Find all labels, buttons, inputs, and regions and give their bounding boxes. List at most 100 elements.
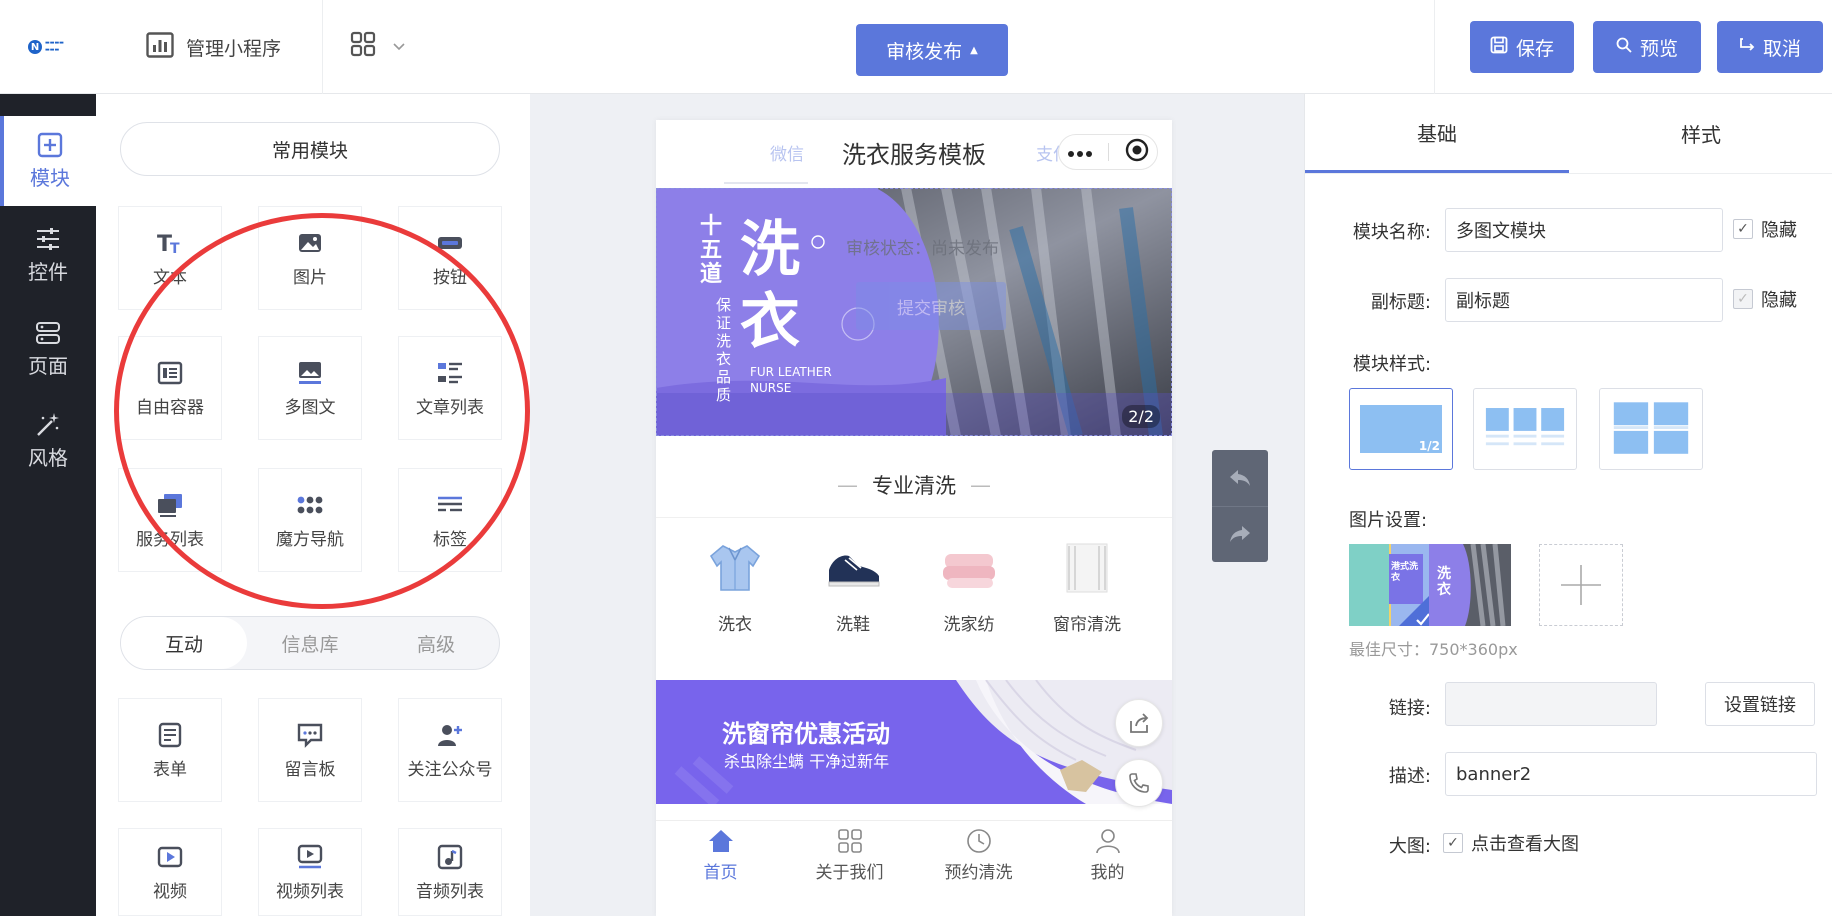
divider <box>1434 0 1435 94</box>
subtitle-label: 副标题: <box>1370 292 1431 313</box>
preview-button[interactable]: 预览 <box>1593 21 1701 73</box>
cancel-button[interactable]: 取消 <box>1717 21 1823 73</box>
module-video[interactable]: 视频 <box>118 828 222 916</box>
phone-icon <box>1129 773 1149 793</box>
follow-user-icon <box>438 724 462 746</box>
tab-label: 预约清洗 <box>944 863 1013 883</box>
manage-miniprogram-link[interactable]: 管理小程序 <box>146 32 281 63</box>
property-panel: 基础 样式 模块名称: 多图文模块 ✓ 隐藏 副标题: 副标题 ✓ 隐藏 模块样式:… <box>1304 94 1832 916</box>
tab-label: 我的 <box>1090 863 1125 883</box>
tab-booking[interactable]: 预约清洗 <box>914 821 1043 890</box>
module-name-input[interactable]: 多图文模块 <box>1445 208 1723 252</box>
click-view-big-image-checkbox[interactable]: ✓ 点击查看大图 <box>1443 830 1579 856</box>
nav-label: 模块 <box>30 165 70 190</box>
tab-underline <box>724 182 808 184</box>
add-image-button[interactable] <box>1539 544 1623 626</box>
tab-basic[interactable]: 基础 <box>1305 94 1569 173</box>
image-thumb-2[interactable]: 洗衣 <box>1429 544 1511 626</box>
service-item-home-textile[interactable]: 洗家纺 <box>914 540 1024 635</box>
undo-button[interactable] <box>1212 450 1268 507</box>
common-modules-header[interactable]: 常用模块 <box>120 122 500 176</box>
app-switcher[interactable] <box>350 31 406 61</box>
hide-subtitle-checkbox[interactable]: ✓ 隐藏 <box>1733 286 1797 312</box>
module-multi-image[interactable]: 多图文 <box>258 336 362 440</box>
phone-header: 微信 洗衣服务模板 支付宝 <box>656 120 1172 184</box>
image-thumb-1[interactable]: 港式洗衣 <box>1349 544 1431 626</box>
redo-icon <box>1230 526 1250 543</box>
service-item-curtain[interactable]: 窗帘清洗 <box>1032 540 1142 635</box>
promo-banner[interactable]: 洗窗帘优惠活动 杀虫除尘螨 干净过新年 <box>656 680 1172 804</box>
nav-item-pages[interactable]: 页面 <box>0 304 96 394</box>
hide-module-name-checkbox[interactable]: ✓ 隐藏 <box>1733 216 1797 242</box>
close-circle-icon <box>1125 138 1149 166</box>
tab-interactive[interactable]: 互动 <box>121 617 247 669</box>
container-icon <box>157 361 183 384</box>
style-option-grid[interactable] <box>1599 388 1703 470</box>
share-float-button[interactable] <box>1115 699 1163 747</box>
style-option-three-columns[interactable] <box>1473 388 1577 470</box>
tab-mine[interactable]: 我的 <box>1043 821 1172 890</box>
nav-item-controls[interactable]: 控件 <box>0 210 96 300</box>
nav-label: 页面 <box>28 353 68 378</box>
banner-carousel[interactable]: 十五道 洗衣 保证洗衣品质 FUR LEATHER NURSE 审核状态：尚未发… <box>656 188 1172 436</box>
thumb-2-text: 洗衣 <box>1437 566 1451 598</box>
module-tag[interactable]: 标签 <box>398 468 502 572</box>
nav-item-style[interactable]: 风格 <box>0 396 96 486</box>
svg-text:T: T <box>170 241 180 257</box>
module-free-container[interactable]: 自由容器 <box>118 336 222 440</box>
redo-button[interactable] <box>1212 507 1268 563</box>
module-form[interactable]: 表单 <box>118 698 222 802</box>
message-board-icon <box>297 723 323 748</box>
link-input[interactable] <box>1445 682 1657 726</box>
undo-redo-panel <box>1212 450 1268 562</box>
tab-style[interactable]: 样式 <box>1569 94 1832 173</box>
description-input[interactable]: banner2 <box>1445 752 1817 796</box>
service-list-icon <box>158 493 182 517</box>
module-video-list[interactable]: 视频列表 <box>258 828 362 916</box>
style-option-carousel[interactable]: 1/2 <box>1349 388 1453 470</box>
category-tabs: 互动 信息库 高级 <box>120 616 500 670</box>
more-dots-icon <box>1067 143 1093 162</box>
tab-about[interactable]: 关于我们 <box>785 821 914 890</box>
big-image-option-label: 点击查看大图 <box>1471 834 1579 855</box>
module-magic-nav[interactable]: 魔方导航 <box>258 468 362 572</box>
towel-icon <box>943 554 995 588</box>
bar-chart-icon <box>146 32 174 63</box>
dots-grid-icon <box>297 496 323 513</box>
capsule-divider <box>1108 143 1110 161</box>
module-text[interactable]: TT 文本 <box>118 206 222 310</box>
miniprogram-capsule[interactable] <box>1058 134 1158 170</box>
service-item-laundry[interactable]: 洗衣 <box>680 540 790 635</box>
module-follow-account[interactable]: 关注公众号 <box>398 698 502 802</box>
module-image[interactable]: 图片 <box>258 206 362 310</box>
return-icon <box>1739 36 1755 58</box>
shoe-icon <box>828 555 880 587</box>
module-message-board[interactable]: 留言板 <box>258 698 362 802</box>
save-button[interactable]: 保存 <box>1470 21 1574 73</box>
module-service-list[interactable]: 服务列表 <box>118 468 222 572</box>
undo-icon <box>1230 469 1250 486</box>
hide-label: 隐藏 <box>1761 290 1797 311</box>
set-link-button[interactable]: 设置链接 <box>1705 682 1815 726</box>
magic-wand-icon <box>37 412 59 436</box>
tab-label: 首页 <box>703 863 738 883</box>
plus-square-icon <box>37 132 63 157</box>
nav-item-modules[interactable]: 模块 <box>0 116 96 206</box>
module-audio-list[interactable]: 音频列表 <box>398 828 502 916</box>
tab-home[interactable]: 首页 <box>656 821 785 890</box>
multi-image-icon <box>299 361 321 384</box>
three-column-style-icon <box>1485 408 1565 446</box>
module-article-list[interactable]: 文章列表 <box>398 336 502 440</box>
top-bar: N ▬▬▬▬ ▬▬▬ 管理小程序 审核发布 ▲ 保存 预览 取消 <box>0 0 1832 94</box>
editor-canvas: 微信 洗衣服务模板 支付宝 <box>530 94 1304 916</box>
review-publish-button[interactable]: 审核发布 ▲ <box>856 24 1008 76</box>
tab-advanced[interactable]: 高级 <box>373 617 499 669</box>
sliders-icon <box>37 227 59 250</box>
service-item-shoes[interactable]: 洗鞋 <box>798 540 908 635</box>
module-label: 魔方导航 <box>276 529 344 550</box>
tab-info-library[interactable]: 信息库 <box>247 617 373 669</box>
floppy-icon <box>1490 36 1508 59</box>
subtitle-input[interactable]: 副标题 <box>1445 278 1723 322</box>
call-float-button[interactable] <box>1115 759 1163 807</box>
module-button[interactable]: 按钮 <box>398 206 502 310</box>
